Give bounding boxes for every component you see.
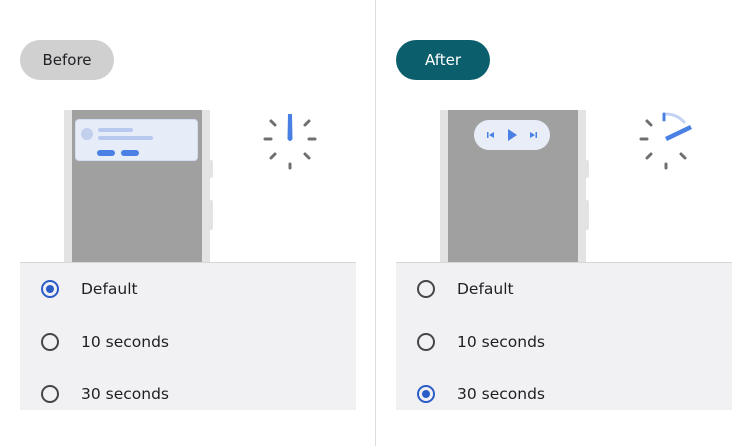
option-label: Default	[457, 280, 514, 298]
option-default[interactable]: Default	[20, 263, 356, 315]
after-panel: After Default 10 seconds 30 seconds	[376, 0, 752, 446]
notification-line	[98, 136, 153, 140]
timer-icon	[263, 114, 317, 170]
before-panel: Before Default 10 seconds 30 seconds	[0, 0, 376, 446]
notification-avatar	[81, 128, 93, 140]
notification-line	[98, 128, 133, 132]
radio-button[interactable]	[41, 280, 59, 298]
option-label: 10 seconds	[457, 333, 546, 351]
radio-button[interactable]	[41, 385, 59, 403]
before-badge: Before	[20, 40, 114, 80]
phone-side-button	[207, 160, 213, 178]
option-label: 30 seconds	[457, 385, 546, 403]
option-default[interactable]: Default	[396, 263, 732, 315]
previous-icon[interactable]	[486, 130, 496, 140]
option-30-seconds[interactable]: 30 seconds	[20, 368, 356, 420]
phone-side-button	[583, 200, 589, 230]
notification-action	[97, 150, 115, 156]
media-controls	[474, 120, 550, 150]
notification-action	[121, 150, 139, 156]
play-icon[interactable]	[505, 128, 519, 142]
notification-card	[75, 119, 198, 161]
radio-button[interactable]	[417, 280, 435, 298]
timer-icon	[639, 112, 692, 170]
option-label: Default	[81, 280, 138, 298]
next-icon[interactable]	[528, 130, 538, 140]
radio-button[interactable]	[41, 333, 59, 351]
phone-side-button	[583, 160, 589, 178]
after-badge: After	[396, 40, 490, 80]
timeout-options: Default 10 seconds 30 seconds	[20, 262, 356, 410]
phone-side-button	[207, 200, 213, 230]
option-30-seconds[interactable]: 30 seconds	[396, 368, 732, 420]
option-label: 30 seconds	[81, 385, 170, 403]
radio-button[interactable]	[417, 333, 435, 351]
option-label: 10 seconds	[81, 333, 170, 351]
timeout-options: Default 10 seconds 30 seconds	[396, 262, 732, 410]
option-10-seconds[interactable]: 10 seconds	[396, 316, 732, 368]
radio-button[interactable]	[417, 385, 435, 403]
option-10-seconds[interactable]: 10 seconds	[20, 316, 356, 368]
